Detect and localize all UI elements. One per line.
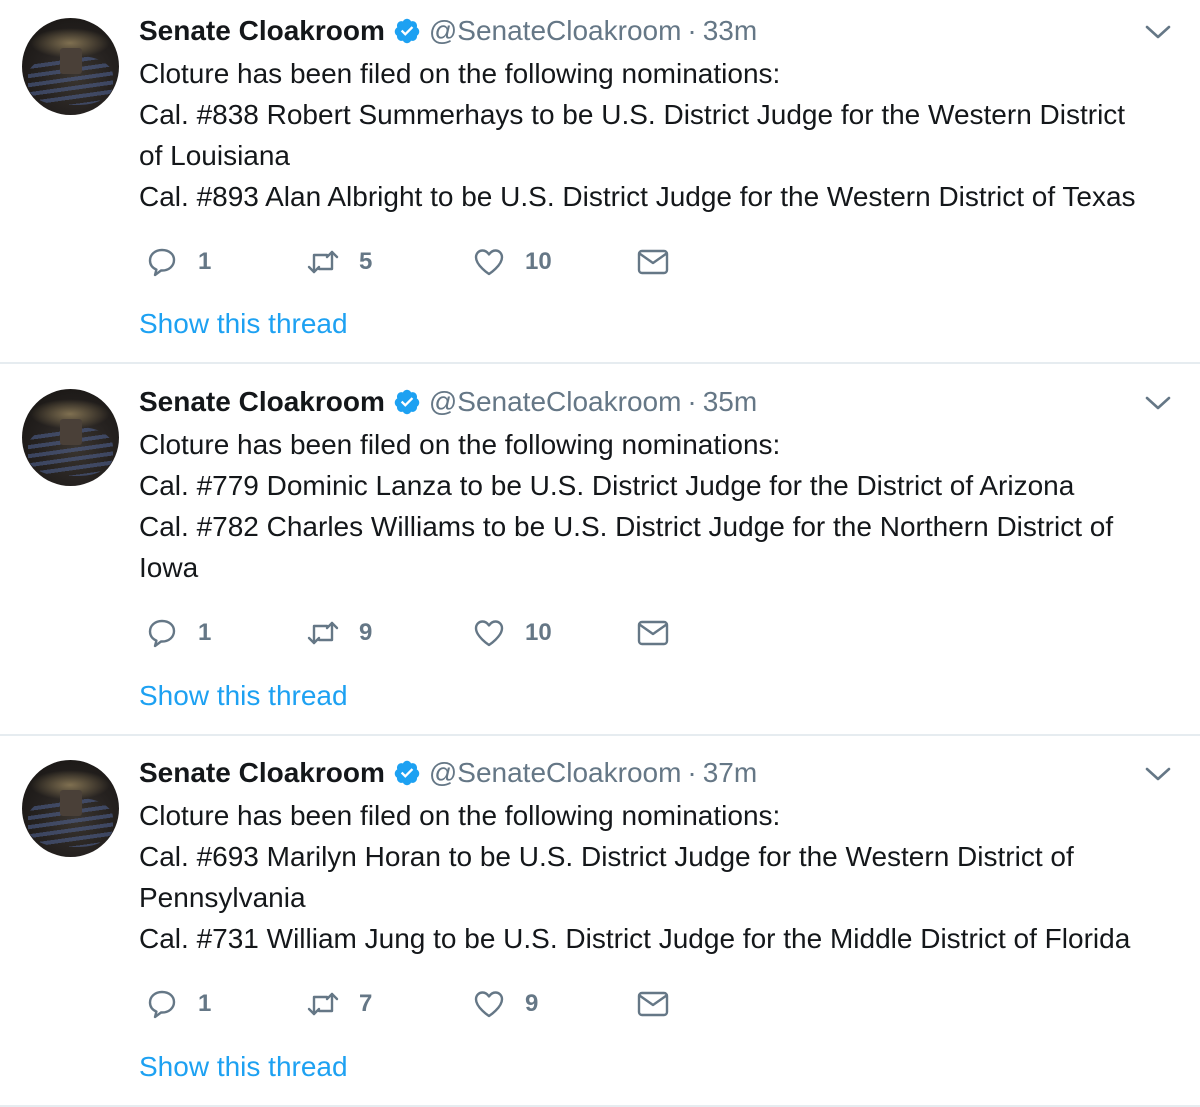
author-name[interactable]: Senate Cloakroom bbox=[139, 757, 385, 789]
chevron-down-icon[interactable] bbox=[1144, 22, 1172, 42]
show-thread-link[interactable]: Show this thread bbox=[139, 308, 348, 340]
tweet-text-line: Cal. #693 Marilyn Horan to be U.S. Distr… bbox=[139, 841, 1074, 872]
tweet-text-line: of Louisiana bbox=[139, 140, 291, 171]
author-handle[interactable]: @SenateCloakroom bbox=[429, 15, 682, 47]
tweet[interactable]: Senate Cloakroom @SenateCloakroom · 35m … bbox=[0, 364, 1200, 736]
author-handle[interactable]: @SenateCloakroom bbox=[429, 757, 682, 789]
author-handle[interactable]: @SenateCloakroom bbox=[429, 386, 682, 418]
tweet-text-line: Cal. #893 Alan Albright to be U.S. Distr… bbox=[139, 181, 1136, 212]
show-thread-link[interactable]: Show this thread bbox=[139, 680, 348, 712]
retweet-button[interactable]: 5 bbox=[305, 242, 372, 282]
verified-badge-icon bbox=[394, 389, 420, 415]
envelope-icon bbox=[637, 991, 669, 1017]
like-count: 9 bbox=[525, 990, 539, 1017]
tweet-header: Senate Cloakroom @SenateCloakroom · 37m bbox=[139, 756, 757, 790]
retweet-count: 9 bbox=[359, 619, 373, 646]
chevron-down-icon[interactable] bbox=[1144, 764, 1172, 784]
chevron-down-icon[interactable] bbox=[1144, 393, 1172, 413]
verified-badge-icon bbox=[394, 18, 420, 44]
tweet-text-line: Cal. #731 William Jung to be U.S. Distri… bbox=[139, 923, 1131, 954]
reply-icon bbox=[148, 248, 176, 277]
tweet-text-line: Cal. #838 Robert Summerhays to be U.S. D… bbox=[139, 99, 1126, 130]
retweet-count: 5 bbox=[359, 248, 373, 275]
retweet-icon bbox=[307, 992, 339, 1016]
tweet-text-line: Cloture has been filed on the following … bbox=[139, 58, 781, 89]
tweet-text: Cloture has been filed on the following … bbox=[139, 795, 1184, 959]
envelope-icon bbox=[637, 249, 669, 275]
like-count: 10 bbox=[525, 248, 552, 275]
tweet-text-line: Cloture has been filed on the following … bbox=[139, 429, 781, 460]
tweet-header: Senate Cloakroom @SenateCloakroom · 35m bbox=[139, 385, 757, 419]
separator: · bbox=[687, 386, 697, 417]
tweet-text: Cloture has been filed on the following … bbox=[139, 424, 1184, 588]
tweet[interactable]: Senate Cloakroom @SenateCloakroom · 37m … bbox=[0, 736, 1200, 1107]
retweet-icon bbox=[307, 621, 339, 645]
message-button[interactable] bbox=[635, 984, 671, 1024]
tweet-text-line: Cal. #782 Charles Williams to be U.S. Di… bbox=[139, 511, 1114, 542]
retweet-button[interactable]: 9 bbox=[305, 613, 372, 653]
retweet-count: 7 bbox=[359, 990, 373, 1017]
tweet-text-line: Pennsylvania bbox=[139, 882, 306, 913]
timestamp[interactable]: 37m bbox=[703, 757, 757, 789]
avatar[interactable] bbox=[22, 760, 119, 857]
reply-count: 1 bbox=[198, 248, 212, 275]
reply-icon bbox=[148, 990, 176, 1019]
like-button[interactable]: 9 bbox=[471, 984, 538, 1024]
reply-button[interactable]: 1 bbox=[144, 242, 211, 282]
show-thread-link[interactable]: Show this thread bbox=[139, 1051, 348, 1083]
like-button[interactable]: 10 bbox=[471, 613, 552, 653]
verified-badge-icon bbox=[394, 760, 420, 786]
reply-count: 1 bbox=[198, 619, 212, 646]
reply-button[interactable]: 1 bbox=[144, 984, 211, 1024]
message-button[interactable] bbox=[635, 613, 671, 653]
tweet[interactable]: Senate Cloakroom @SenateCloakroom · 33m … bbox=[0, 0, 1200, 364]
separator: · bbox=[687, 15, 697, 46]
tweet-text: Cloture has been filed on the following … bbox=[139, 53, 1184, 217]
author-name[interactable]: Senate Cloakroom bbox=[139, 15, 385, 47]
avatar[interactable] bbox=[22, 389, 119, 486]
heart-icon bbox=[474, 249, 504, 276]
like-button[interactable]: 10 bbox=[471, 242, 552, 282]
timestamp[interactable]: 33m bbox=[703, 15, 757, 47]
timestamp[interactable]: 35m bbox=[703, 386, 757, 418]
tweet-text-line: Cal. #779 Dominic Lanza to be U.S. Distr… bbox=[139, 470, 1075, 501]
heart-icon bbox=[474, 991, 504, 1018]
retweet-icon bbox=[307, 250, 339, 274]
tweet-header: Senate Cloakroom @SenateCloakroom · 33m bbox=[139, 14, 757, 48]
author-name[interactable]: Senate Cloakroom bbox=[139, 386, 385, 418]
separator: · bbox=[687, 757, 697, 788]
message-button[interactable] bbox=[635, 242, 671, 282]
heart-icon bbox=[474, 620, 504, 647]
reply-button[interactable]: 1 bbox=[144, 613, 211, 653]
avatar[interactable] bbox=[22, 18, 119, 115]
like-count: 10 bbox=[525, 619, 552, 646]
envelope-icon bbox=[637, 620, 669, 646]
tweet-actions: 1 7 9 bbox=[139, 984, 739, 1024]
tweet-actions: 1 9 10 bbox=[139, 613, 739, 653]
retweet-button[interactable]: 7 bbox=[305, 984, 372, 1024]
reply-icon bbox=[148, 619, 176, 648]
reply-count: 1 bbox=[198, 990, 212, 1017]
tweet-text-line: Cloture has been filed on the following … bbox=[139, 800, 781, 831]
tweet-actions: 1 5 10 bbox=[139, 242, 739, 282]
tweet-text-line: Iowa bbox=[139, 552, 199, 583]
